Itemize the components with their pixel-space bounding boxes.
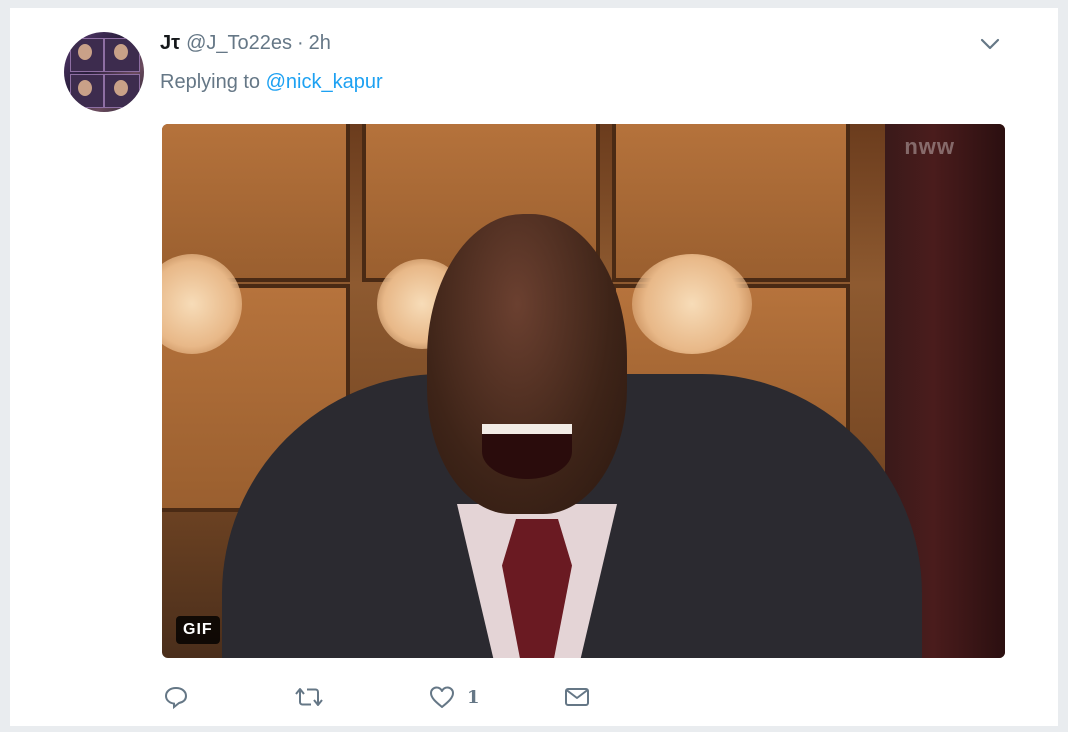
tweet-timestamp[interactable]: 2h: [309, 32, 331, 55]
channel-watermark: nww: [904, 134, 955, 159]
like-button[interactable]: 1: [427, 680, 562, 714]
background-panel: [612, 124, 850, 282]
avatar-face: [114, 80, 128, 96]
replying-prefix: Replying to: [160, 71, 261, 93]
display-name[interactable]: Jτ: [160, 32, 180, 55]
avatar-face: [78, 44, 92, 60]
reply-button[interactable]: [162, 680, 292, 714]
user-handle[interactable]: @J_To22es: [186, 32, 292, 55]
avatar-face: [78, 80, 92, 96]
chevron-down-icon[interactable]: [978, 34, 1002, 54]
envelope-icon: [562, 683, 592, 711]
direct-message-button[interactable]: [562, 680, 622, 714]
retweet-icon: [292, 683, 326, 711]
heart-icon: [427, 683, 457, 711]
tweet-card[interactable]: Jτ @J_To22es · 2h Replying to @nick_kapu…: [10, 8, 1058, 726]
separator-dot: ·: [296, 31, 304, 54]
tweet-actions: 1: [162, 680, 622, 714]
tweet-header: Jτ @J_To22es · 2h: [160, 30, 331, 56]
reply-icon: [162, 683, 190, 711]
avatar-face: [114, 44, 128, 60]
gif-badge: GIF: [176, 616, 220, 644]
avatar[interactable]: [64, 32, 144, 112]
retweet-button[interactable]: [292, 680, 427, 714]
studio-light: [632, 254, 752, 354]
replying-mention-link[interactable]: @nick_kapur: [266, 71, 383, 93]
replying-to: Replying to @nick_kapur: [160, 71, 383, 94]
tweet-gif-media[interactable]: nww GIF: [162, 124, 1005, 658]
like-count: 1: [467, 686, 480, 708]
person-mouth: [482, 424, 572, 479]
